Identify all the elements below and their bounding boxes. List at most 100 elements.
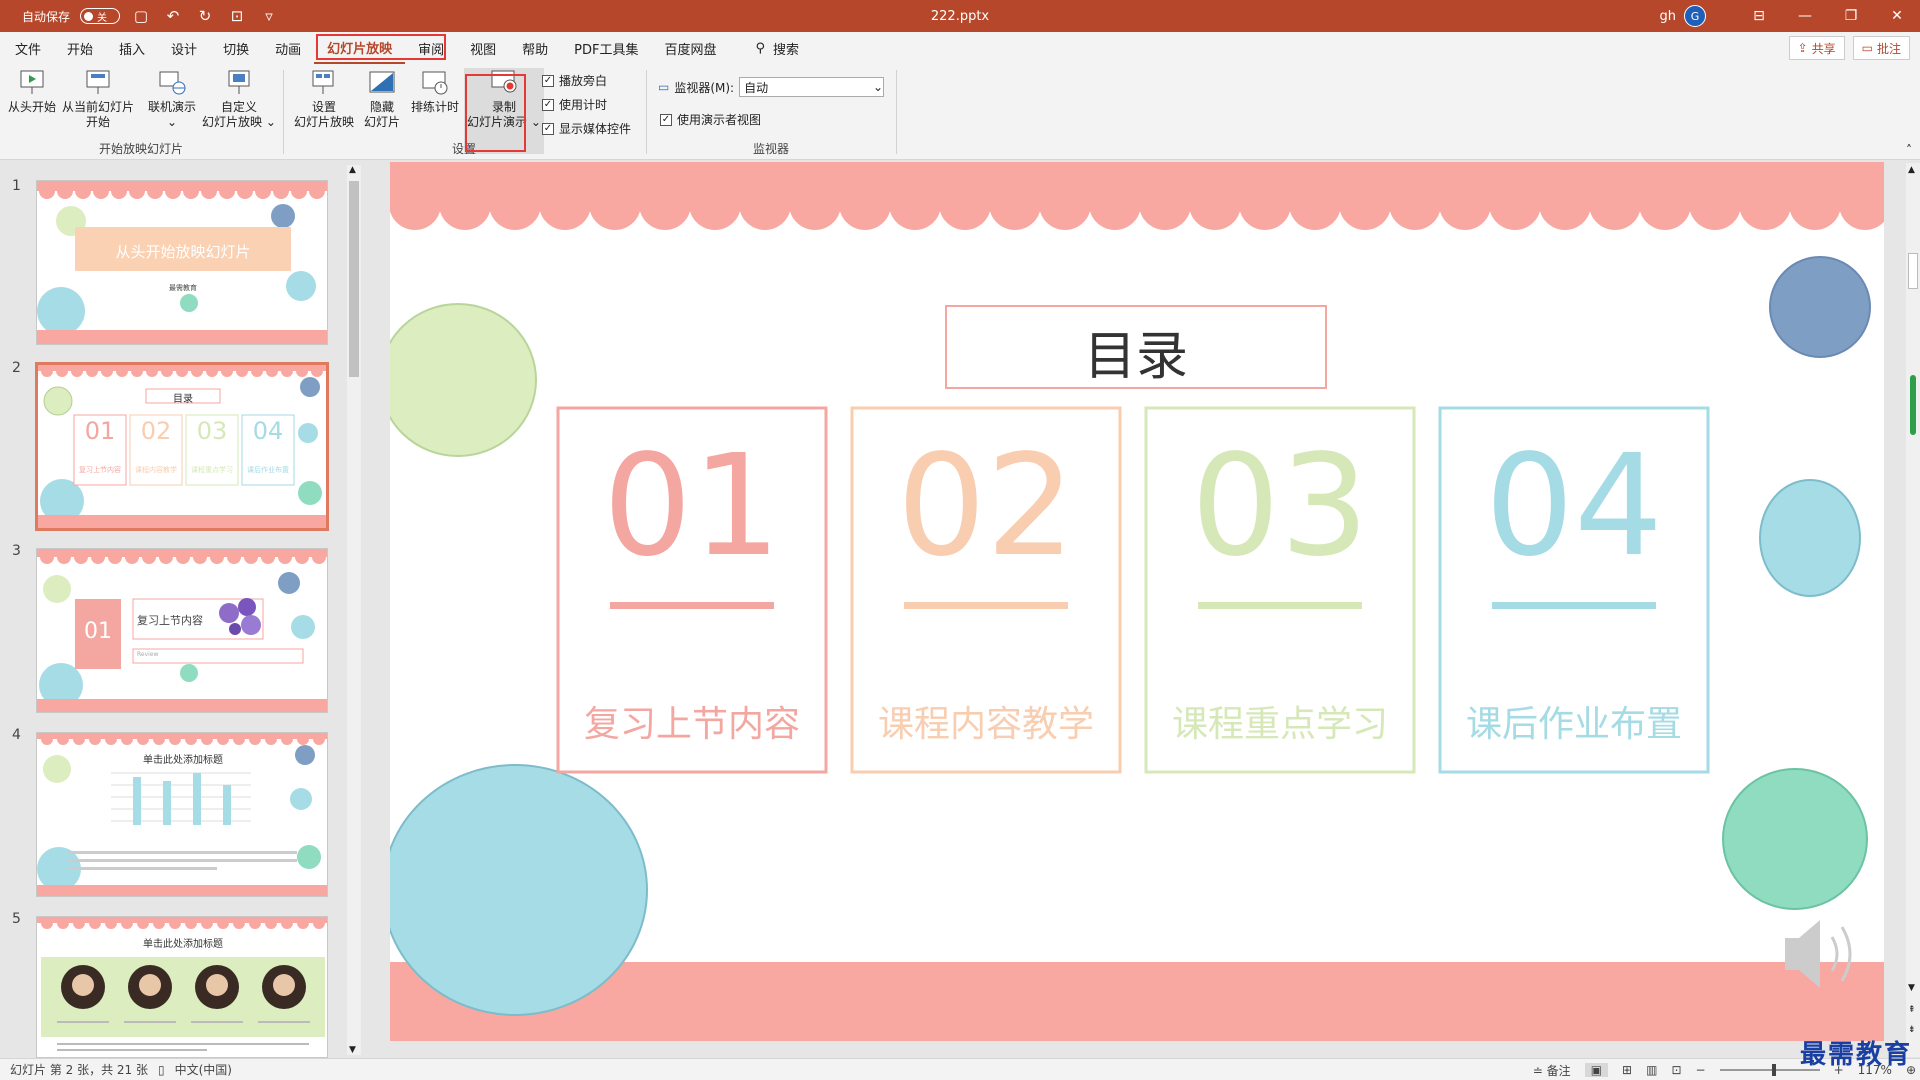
rehearse-timings-button[interactable]: 排练计时 <box>411 68 459 115</box>
tab-review[interactable]: 审阅 <box>405 32 457 64</box>
thumb-title: 目录 <box>173 394 193 405</box>
close-icon[interactable]: ✕ <box>1874 0 1920 32</box>
restore-icon[interactable]: ❐ <box>1828 0 1874 32</box>
tab-pdf-tools[interactable]: PDF工具集 <box>561 32 651 64</box>
scroll-up-icon[interactable]: ▲ <box>1908 165 1915 175</box>
spellcheck-icon[interactable]: ▯ <box>158 1063 165 1077</box>
redo-icon[interactable]: ↻ <box>194 7 216 25</box>
share-button[interactable]: ⇪ 共享 <box>1788 36 1845 60</box>
collapse-ribbon-icon[interactable]: ˄ <box>1906 143 1912 157</box>
comments-button[interactable]: ▭ 批注 <box>1852 36 1910 60</box>
scallop <box>889 178 941 230</box>
scallop <box>1739 178 1791 230</box>
toc-underline <box>610 602 774 609</box>
scallop <box>939 178 991 230</box>
zoom-out-icon[interactable]: − <box>1696 1063 1706 1077</box>
tab-design[interactable]: 设计 <box>158 32 210 64</box>
scallop <box>489 178 541 230</box>
custom-slideshow-button[interactable]: 自定义 幻灯片放映 ⌄ <box>202 68 276 130</box>
tab-insert[interactable]: 插入 <box>106 32 158 64</box>
thumbnail-slide-1[interactable]: 从头开始放映幻灯片 最需教育 <box>36 180 328 345</box>
from-beginning-button[interactable]: 从头开始 <box>8 68 56 115</box>
toc-number-2: 02 <box>896 425 1076 588</box>
scallop <box>839 178 891 230</box>
thumbnail-scrollbar[interactable]: ▲ ▼ <box>347 165 361 1055</box>
scallop <box>589 178 641 230</box>
record-icon <box>491 70 517 93</box>
monitor-select[interactable]: 自动 ⌄ <box>739 77 885 97</box>
toc-number-4: 04 <box>1484 425 1664 588</box>
setup-slideshow-button[interactable]: 设置 幻灯片放映 <box>294 68 354 130</box>
reading-view-icon[interactable]: ▥ <box>1646 1063 1657 1077</box>
chevron-down-icon: ⌄ <box>873 80 884 94</box>
group-start-slideshow: 从头开始 从当前幻灯片 开始 联机演示 ⌄ 自定义 幻灯片放映 ⌄ 开始放映幻灯… <box>0 64 282 160</box>
online-present-button[interactable]: 联机演示 ⌄ <box>148 68 196 130</box>
current-slide-icon <box>86 70 110 94</box>
from-current-button[interactable]: 从当前幻灯片 开始 <box>62 68 134 130</box>
tab-view[interactable]: 视图 <box>457 32 509 64</box>
monitor-row: ▭ 监视器(M): 自动 ⌄ <box>658 77 885 97</box>
search-box[interactable]: ⚲ 搜索 <box>756 39 800 58</box>
tab-animations[interactable]: 动画 <box>262 32 314 64</box>
group-setup: 设置 幻灯片放映 隐藏 幻灯片 排练计时 录制 幻灯片演示 ⌄ ✓ 播放旁白 ✓ 使… <box>284 64 644 160</box>
zoom-slider-knob[interactable] <box>1771 1064 1776 1076</box>
toc-underline <box>1492 602 1656 609</box>
status-bar: 幻灯片 第 2 张，共 21 张 ▯ 中文(中国) ≐ 备注 ▣ ⊞ ▥ ⊡ −… <box>0 1058 1920 1080</box>
normal-view-icon[interactable]: ▣ <box>1584 1063 1609 1077</box>
scroll-down-icon[interactable]: ▼ <box>349 1045 356 1055</box>
custom-show-icon <box>228 70 250 94</box>
thumb-title: 从头开始放映幻灯片 <box>115 243 251 261</box>
slide-sorter-icon[interactable]: ⊞ <box>1622 1063 1632 1077</box>
scroll-progress-indicator <box>1910 375 1916 435</box>
decor-circle-mint <box>1722 768 1868 910</box>
thumbnail-art <box>37 181 327 344</box>
customize-toolbar-icon[interactable]: ▿ <box>258 7 280 25</box>
show-media-controls-checkbox[interactable]: ✓ 显示媒体控件 <box>542 120 631 137</box>
notes-button[interactable]: ≐ 备注 <box>1533 1062 1571 1079</box>
save-icon[interactable]: ▢ <box>130 7 152 25</box>
scrollbar-thumb[interactable] <box>1908 253 1918 289</box>
scroll-down-icon[interactable]: ▼ <box>1908 983 1915 993</box>
setup-icon <box>312 70 334 94</box>
autosave-toggle[interactable]: 关 <box>80 8 121 24</box>
scallop <box>539 178 591 230</box>
thumbnail-slide-3[interactable]: 01 复习上节内容 Review <box>36 548 328 713</box>
avatar[interactable]: G <box>1684 5 1706 27</box>
group-label-start: 开始放映幻灯片 <box>98 142 183 156</box>
thumb-number: 3 <box>12 543 21 559</box>
tab-slideshow[interactable]: 幻灯片放映 <box>314 32 406 64</box>
presenter-view-checkbox[interactable]: ✓ 使用演示者视图 <box>660 111 761 128</box>
toc-caption-4: 课后作业布置 <box>1465 704 1682 745</box>
present-icon[interactable]: ⊡ <box>226 7 248 25</box>
scroll-up-icon[interactable]: ▲ <box>349 165 356 175</box>
tab-transitions[interactable]: 切换 <box>210 32 262 64</box>
current-slide[interactable]: 目录 01 02 03 04 复习上节内容 课程内容教学 课程重点学习 课后作业… <box>390 162 1884 1041</box>
thumbnail-slide-5[interactable]: 单击此处添加标题 <box>36 916 328 1058</box>
checkbox-checked-icon: ✓ <box>542 74 554 87</box>
previous-slide-icon[interactable]: ⇞ <box>1908 1005 1916 1015</box>
tab-help[interactable]: 帮助 <box>509 32 561 64</box>
thumbnail-slide-2[interactable]: 目录 01 02 03 04 复习上节内容 课程内容教学 课程重点学习 课后作业… <box>35 362 329 531</box>
hide-slide-icon <box>369 71 395 93</box>
use-timings-checkbox[interactable]: ✓ 使用计时 <box>542 96 607 113</box>
play-narration-checkbox[interactable]: ✓ 播放旁白 <box>542 72 607 89</box>
thumbnail-slide-4[interactable]: 单击此处添加标题 <box>36 732 328 897</box>
scrollbar-thumb[interactable] <box>349 181 359 377</box>
minimize-icon[interactable]: — <box>1782 0 1828 32</box>
ribbon-display-icon[interactable]: ⊟ <box>1736 0 1782 32</box>
share-icon: ⇪ <box>1797 41 1808 55</box>
tab-baidu-netdisk[interactable]: 百度网盘 <box>651 32 729 64</box>
slideshow-view-icon[interactable]: ⊡ <box>1671 1063 1681 1077</box>
scallop <box>1639 178 1691 230</box>
search-label: 搜索 <box>773 42 800 58</box>
language-indicator[interactable]: 中文(中国) <box>175 1061 232 1078</box>
thumb-title: 复习上节内容 <box>137 614 203 627</box>
scallop <box>1139 178 1191 230</box>
hide-slide-button[interactable]: 隐藏 幻灯片 <box>364 68 400 130</box>
slide-scrollbar[interactable]: ▲ ▼ ⇞ ⇟ <box>1906 163 1920 1057</box>
tab-file[interactable]: 文件 <box>2 32 54 64</box>
toc-underline <box>1198 602 1362 609</box>
tab-home[interactable]: 开始 <box>54 32 106 64</box>
undo-icon[interactable]: ↶ <box>162 7 184 25</box>
monitor-icon: ▭ <box>658 80 670 94</box>
